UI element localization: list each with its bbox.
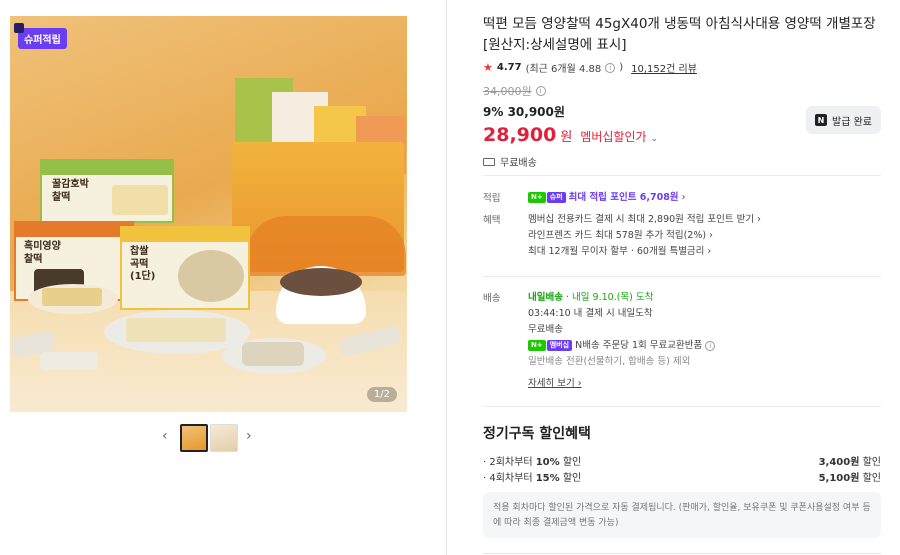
subscription-note: 적용 회차마다 할인된 가격으로 자동 결제됩니다. (판매가, 할인율, 보유… — [483, 492, 881, 538]
info-icon[interactable]: i — [705, 341, 716, 351]
photo-package-pumpkin: 꿀감호박 찰떡 — [40, 159, 174, 223]
tomorrow-delivery-badge: 내일배송 — [528, 292, 563, 303]
benefit-line[interactable]: 최대 12개월 무이자 할부 · 60개월 특별금리 › — [528, 244, 883, 260]
delivery-label: 배송 — [483, 293, 501, 304]
subscription-round: · 2회차부터 — [483, 457, 536, 468]
star-icon: ★ — [483, 61, 493, 74]
return-policy-text: N배송 주문당 1회 무료교환반품 — [575, 340, 703, 351]
chevron-down-icon[interactable]: ⌄ — [651, 134, 659, 144]
benefit-line[interactable]: 라인프렌즈 카드 최대 578원 추가 적립(2%) › — [528, 228, 883, 244]
thumbnail-1[interactable] — [180, 424, 208, 452]
max-points-text: 최대 적립 포인트 6,708원 — [568, 192, 679, 203]
photo-plate-left — [28, 284, 118, 314]
nplus-badge: N+ — [528, 192, 546, 203]
chevron-right-icon: › — [681, 192, 686, 203]
points-body[interactable]: N+ 슈퍼 최대 적립 포인트 6,708원 › — [528, 190, 883, 206]
delivery-arrival-line: 내일배송 · 내일 9.10.(목) 도착 — [528, 290, 883, 306]
divider — [483, 553, 881, 554]
package-label-pumpkin: 꿀감호박 찰떡 — [52, 179, 89, 203]
subscription-row: · 4회차부터 15% 할인 5,100원 할인 — [483, 469, 881, 484]
benefits-label: 혜택 — [483, 215, 501, 226]
subscription-percent: 15% — [535, 473, 560, 484]
subscription-suffix: 할인 — [559, 457, 582, 468]
coupon-issued-button[interactable]: N 발급 완료 — [806, 106, 881, 134]
subscription-suffix: 할인 — [559, 473, 582, 484]
package-label-glutinous: 찹쌀 곡떡 (1단) — [130, 246, 156, 282]
subscription-suffix: 할인 — [859, 473, 881, 484]
photo-plate-right — [222, 338, 326, 374]
sale-price: 30,900원 — [507, 105, 565, 119]
nplus-badge: N+ — [528, 340, 546, 351]
product-title: 떡편 모듬 영양찰떡 45gX40개 냉동떡 아침식사대용 영양떡 개별포장 [… — [483, 16, 876, 53]
review-count-link[interactable]: 10,152건 리뷰 — [631, 60, 697, 75]
rating-recent: (최근 6개월 4.88 — [525, 64, 602, 75]
image-counter: 1/2 — [366, 387, 397, 402]
photo-bowl-contents — [280, 268, 362, 296]
subscription-round: · 4회차부터 — [483, 473, 536, 484]
subscription-suffix: 할인 — [859, 457, 881, 468]
delivery-fee: 무료배송 — [528, 324, 563, 335]
arrival-date: · 내일 9.10.(목) 도착 — [566, 292, 654, 303]
product-info: 떡편 모듬 영양찰떡 45gX40개 냉동떡 아침식사대용 영양떡 개별포장 [… — [483, 14, 883, 169]
price-info-icon[interactable]: i — [535, 86, 546, 96]
next-image-icon[interactable]: › — [246, 428, 252, 444]
delivery-countdown: 03:44:10 내 결제 시 내일도착 — [528, 308, 653, 319]
points-row: 적립 N+ 슈퍼 최대 적립 포인트 6,708원 › — [483, 190, 881, 206]
rating-score: 4.77 — [496, 62, 522, 73]
super-points-badge: 슈퍼적립 — [14, 23, 67, 49]
free-shipping-row: 무료배송 — [483, 154, 883, 169]
coupon-button-label: 발급 완료 — [832, 116, 872, 128]
return-policy-line: N+ 멤버십 N배송 주문당 1회 무료교환반품 i — [528, 338, 883, 354]
super-badge: 슈퍼 — [546, 192, 566, 203]
discount-percent: 9% — [483, 105, 504, 119]
rating-row: ★ 4.77 (최근 6개월 4.88 i ) 10,152건 리뷰 — [483, 60, 883, 75]
naver-n-icon: N — [815, 114, 827, 126]
subscription-amount: 3,400원 — [818, 457, 860, 468]
points-label: 적립 — [483, 193, 501, 204]
original-price: 34,000원 — [483, 85, 532, 98]
free-shipping-text: 무료배송 — [500, 158, 537, 169]
product-main-image[interactable]: 꿀감호박 찰떡 흑미영양 찰떡 찹쌀 곡떡 (1단) 슈퍼적립 1/2 — [10, 16, 407, 412]
divider — [483, 276, 881, 277]
benefits-body: 멤버십 전용카드 결제 시 최대 2,890원 적립 포인트 받기 › 라인프렌… — [528, 212, 883, 260]
thumbnail-strip: ‹ › — [160, 424, 270, 452]
divider — [483, 406, 881, 407]
delivery-more-link[interactable]: 자세히 보기 › — [528, 378, 582, 389]
truck-icon — [483, 157, 495, 166]
subscription-row: · 2회차부터 10% 할인 3,400원 할인 — [483, 453, 881, 468]
rating-recent-close: ) — [619, 62, 624, 73]
prev-image-icon[interactable]: ‹ — [162, 428, 168, 444]
info-icon[interactable]: i — [605, 62, 616, 73]
divider — [483, 175, 881, 176]
subscription-amount: 5,100원 — [818, 473, 860, 484]
original-price-row: 34,000원 i — [483, 83, 883, 99]
thumbnail-2[interactable] — [210, 424, 238, 452]
membership-badge: 멤버십 — [546, 340, 573, 351]
benefits-row: 혜택 멤버십 전용카드 결제 시 최대 2,890원 적립 포인트 받기 › 라… — [483, 212, 881, 264]
package-label-blackrice: 흑미영양 찰떡 — [24, 241, 61, 265]
member-price-label[interactable]: 멤버십할인가 — [580, 128, 646, 145]
product-gallery: 꿀감호박 찰떡 흑미영양 찰떡 찹쌀 곡떡 (1단) 슈퍼적립 1/2 ‹ › — [0, 0, 446, 555]
member-price: 28,900 — [483, 124, 557, 146]
column-divider — [446, 0, 447, 555]
member-price-unit: 원 — [560, 130, 573, 145]
delivery-row: 배송 내일배송 · 내일 9.10.(목) 도착 03:44:10 내 결제 시… — [483, 290, 881, 390]
subscription-title: 정기구독 할인혜택 — [483, 426, 591, 442]
delivery-body: 내일배송 · 내일 9.10.(목) 도착 03:44:10 내 결제 시 내일… — [528, 290, 883, 392]
benefit-line[interactable]: 멤버십 전용카드 결제 시 최대 2,890원 적립 포인트 받기 › — [528, 212, 883, 228]
delivery-exclusion: 일반배송 전환(선물하기, 합배송 등) 제외 — [528, 356, 691, 367]
photo-package-glutinous: 찹쌀 곡떡 (1단) — [120, 226, 250, 310]
subscription-percent: 10% — [535, 457, 560, 468]
